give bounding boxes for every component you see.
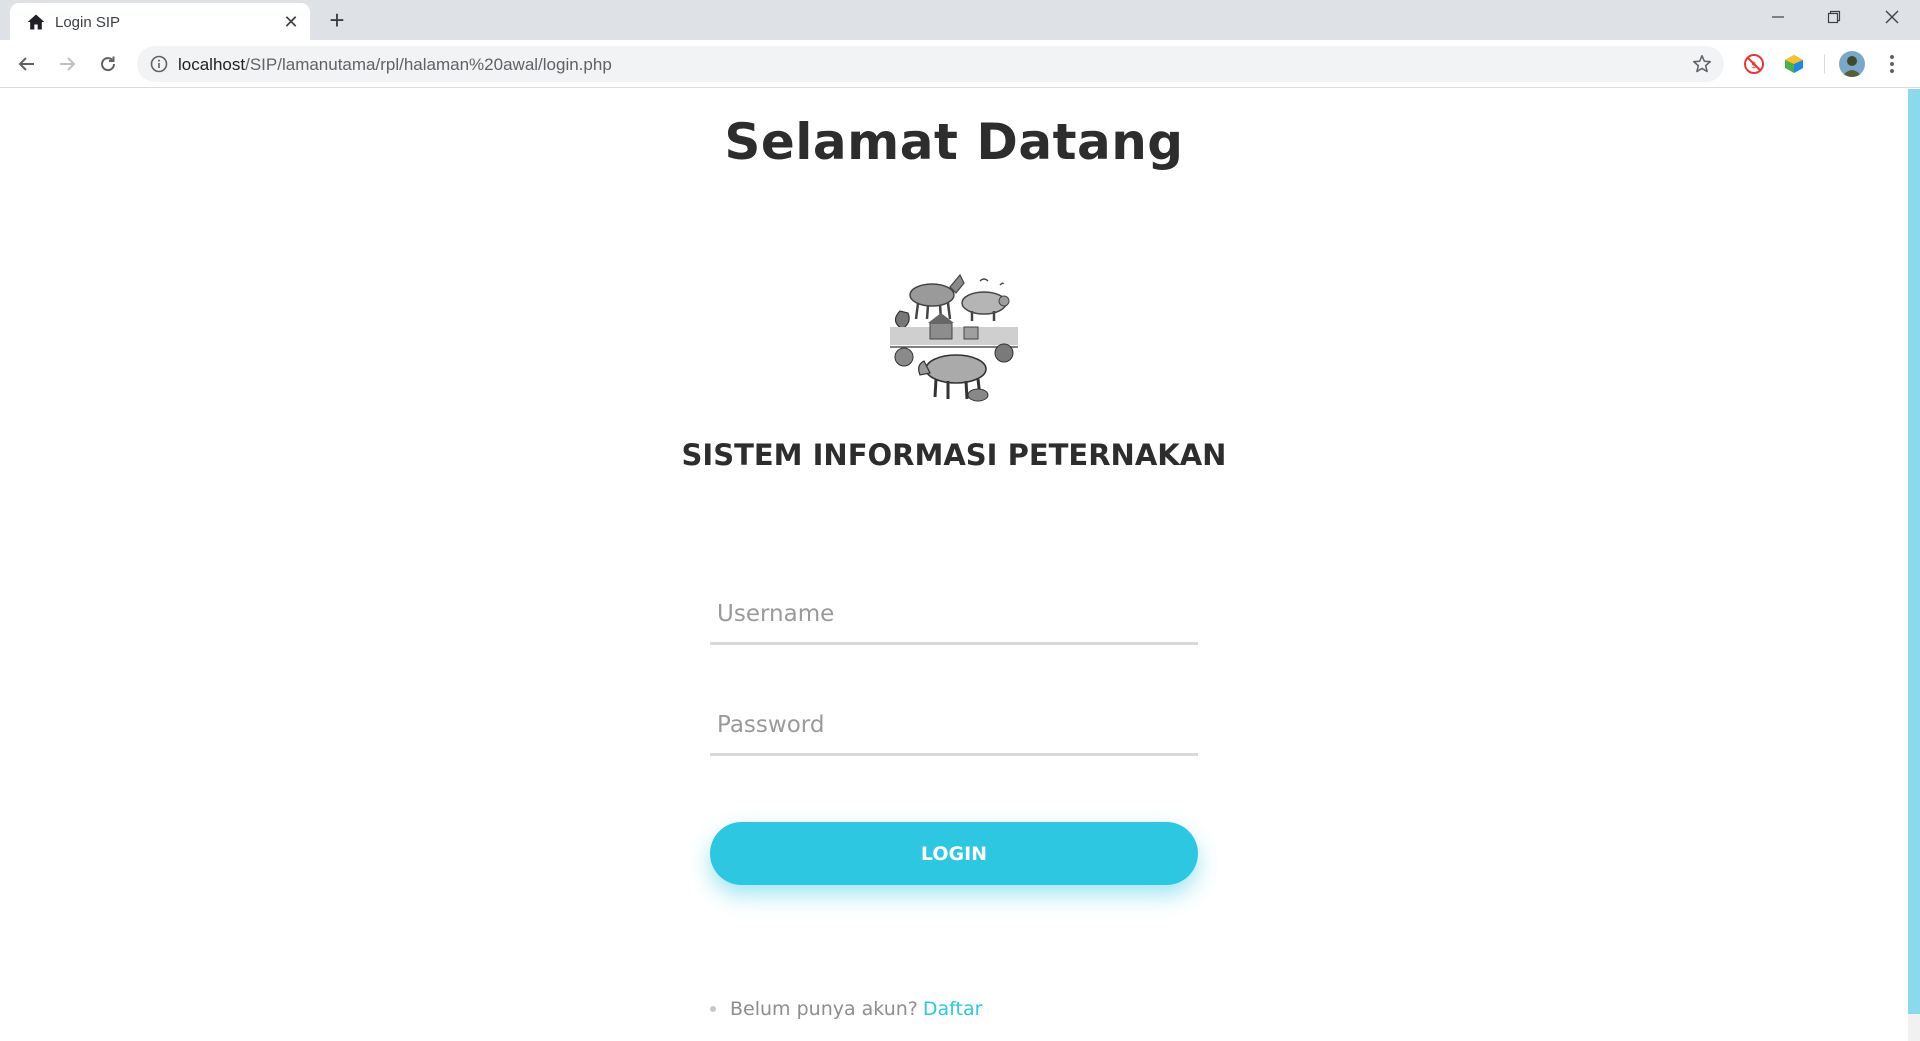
browser-tab[interactable]: Login SIP ✕: [10, 3, 310, 40]
restore-window-button[interactable]: [1806, 0, 1862, 34]
menu-dot-icon: [1890, 55, 1894, 59]
page-viewport: Selamat Datang SISTEM INFORMASI PETERNAK…: [0, 89, 1920, 1041]
extension-globe-icon[interactable]: [1782, 52, 1806, 76]
address-bar[interactable]: localhost/SIP/lamanutama/rpl/halaman%20a…: [137, 46, 1724, 82]
new-tab-button[interactable]: +: [323, 7, 351, 35]
password-field: [710, 696, 1198, 756]
bullet-icon: [710, 1006, 716, 1012]
livestock-logo: [882, 263, 1026, 407]
toolbar-separator: [1824, 54, 1825, 74]
back-button[interactable]: [12, 49, 42, 79]
info-icon[interactable]: [150, 55, 168, 73]
signup-prompt-text: Belum punya akun?: [730, 998, 918, 1020]
login-button[interactable]: LOGIN: [710, 822, 1198, 885]
scrollbar-thumb[interactable]: [1908, 89, 1920, 1014]
signup-prompt: Belum punya akun? Daftar: [710, 998, 982, 1020]
forward-button[interactable]: [52, 49, 82, 79]
close-icon: [1885, 10, 1899, 24]
avatar-icon: [1839, 51, 1865, 77]
browser-toolbar: localhost/SIP/lamanutama/rpl/halaman%20a…: [0, 40, 1920, 88]
arrow-left-icon: [18, 57, 34, 71]
reload-button[interactable]: [93, 49, 123, 79]
tab-close-icon[interactable]: ✕: [282, 13, 300, 31]
close-window-button[interactable]: [1864, 0, 1920, 34]
menu-dot-icon: [1890, 69, 1894, 73]
bookmark-star-icon[interactable]: [1691, 53, 1713, 75]
url-text[interactable]: localhost/SIP/lamanutama/rpl/halaman%20a…: [178, 55, 612, 75]
restore-icon: [1827, 10, 1841, 24]
profile-avatar[interactable]: [1839, 51, 1865, 77]
app-name-heading: SISTEM INFORMASI PETERNAKAN: [681, 438, 1227, 472]
username-field: [710, 585, 1198, 645]
arrow-right-icon: [60, 57, 76, 71]
url-host: localhost: [178, 55, 246, 74]
url-path: /SIP/lamanutama/rpl/halaman%20awal/login…: [245, 55, 612, 74]
username-input[interactable]: [710, 585, 1198, 642]
tab-title: Login SIP: [55, 14, 121, 31]
minimize-window-button[interactable]: [1750, 0, 1806, 34]
home-icon: [27, 14, 45, 30]
browser-tabstrip: Login SIP ✕ +: [0, 0, 1920, 40]
page-scrollbar[interactable]: [1908, 89, 1920, 1041]
reload-icon: [101, 56, 116, 72]
minimize-icon: [1772, 16, 1784, 18]
browser-menu-button[interactable]: [1880, 52, 1904, 76]
menu-dot-icon: [1890, 62, 1894, 66]
signup-link[interactable]: Daftar: [923, 998, 983, 1020]
svg-text:$: $: [1751, 61, 1757, 71]
extension-blocker-icon[interactable]: $: [1742, 52, 1766, 76]
password-input[interactable]: [710, 696, 1198, 753]
welcome-title: Selamat Datang: [724, 113, 1184, 171]
